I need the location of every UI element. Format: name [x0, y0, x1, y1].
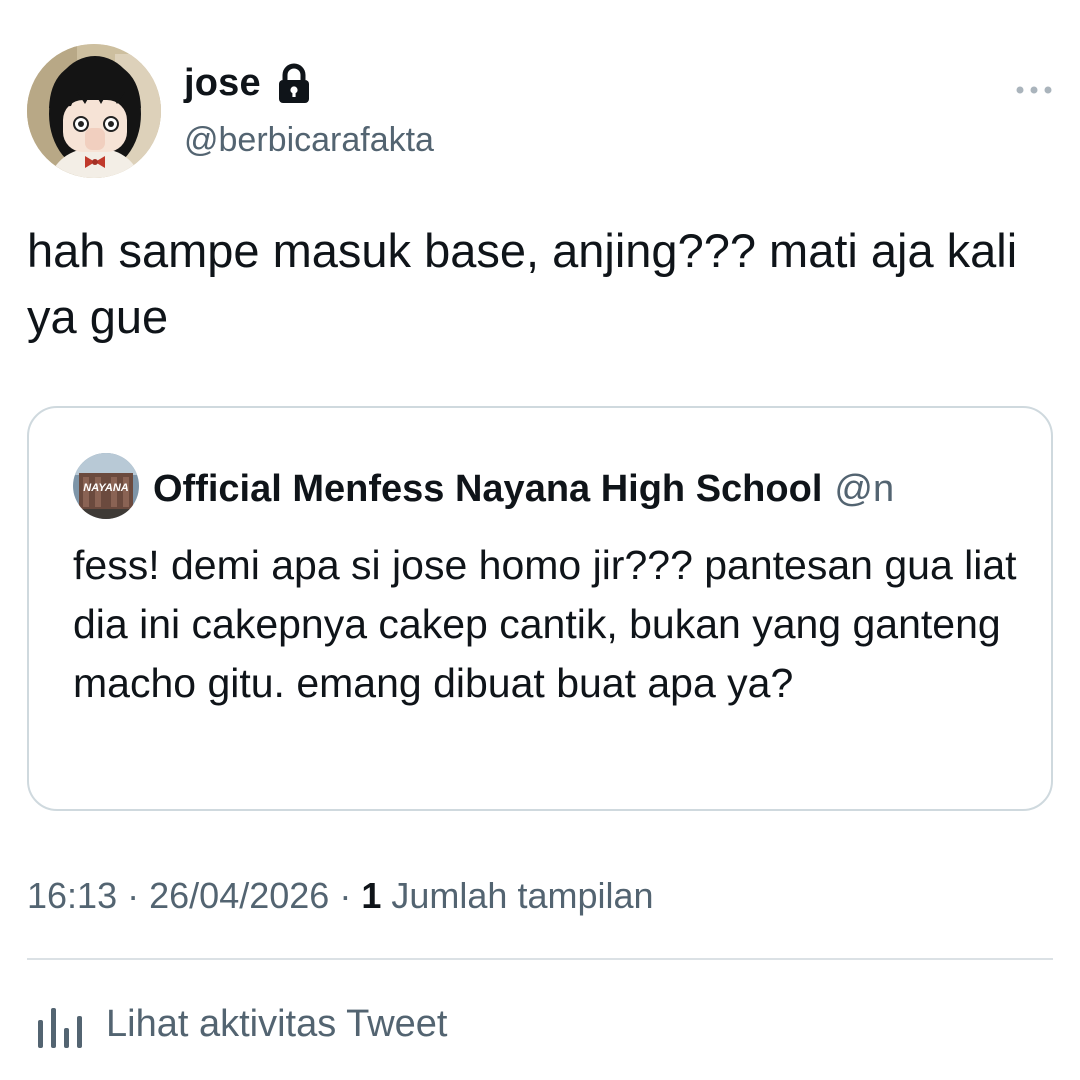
- meta-separator: ·: [127, 875, 140, 916]
- quoted-author-row: Official Menfess Nayana High School @n: [153, 466, 1033, 512]
- author-avatar[interactable]: [27, 44, 161, 178]
- analytics-bars-icon: [36, 998, 84, 1050]
- quoted-author-handle: @n: [834, 468, 895, 510]
- author-display-name[interactable]: jose: [184, 62, 261, 105]
- quoted-avatar-text: NAYANA: [83, 482, 128, 494]
- tweet-time[interactable]: 16:13: [27, 875, 117, 916]
- author-handle[interactable]: @berbicarafakta: [184, 121, 434, 160]
- tweet-activity-link[interactable]: Lihat aktivitas Tweet: [36, 998, 447, 1050]
- divider: [27, 958, 1053, 960]
- quoted-author-name: Official Menfess Nayana High School: [153, 468, 823, 510]
- tweet-meta: 16:13 · 26/04/2026 · 1 Jumlah tampilan: [27, 875, 654, 917]
- views-label: Jumlah tampilan: [391, 875, 654, 916]
- quoted-tweet-text: fess! demi apa si jose homo jir??? pante…: [73, 542, 1017, 706]
- quoted-author-avatar[interactable]: NAYANA: [73, 453, 139, 519]
- anime-girl-avatar: [27, 44, 161, 178]
- views-count: 1: [361, 875, 382, 916]
- more-options-button[interactable]: [1010, 76, 1058, 104]
- tweet-activity-label: Lihat aktivitas Tweet: [106, 1002, 448, 1045]
- more-horizontal-icon: [1016, 86, 1052, 94]
- tweet-detail: jose @berbicarafakta hah sampe masuk bas…: [0, 0, 1080, 1080]
- tweet-date[interactable]: 26/04/2026: [149, 875, 329, 916]
- meta-separator: ·: [339, 875, 352, 916]
- lock-icon: [275, 63, 313, 105]
- author-name-row[interactable]: jose: [184, 62, 313, 105]
- quoted-tweet-card[interactable]: NAYANA Official Menfess Nayana High Scho…: [27, 406, 1053, 811]
- tweet-text: hah sampe masuk base, anjing??? mati aja…: [27, 224, 1018, 343]
